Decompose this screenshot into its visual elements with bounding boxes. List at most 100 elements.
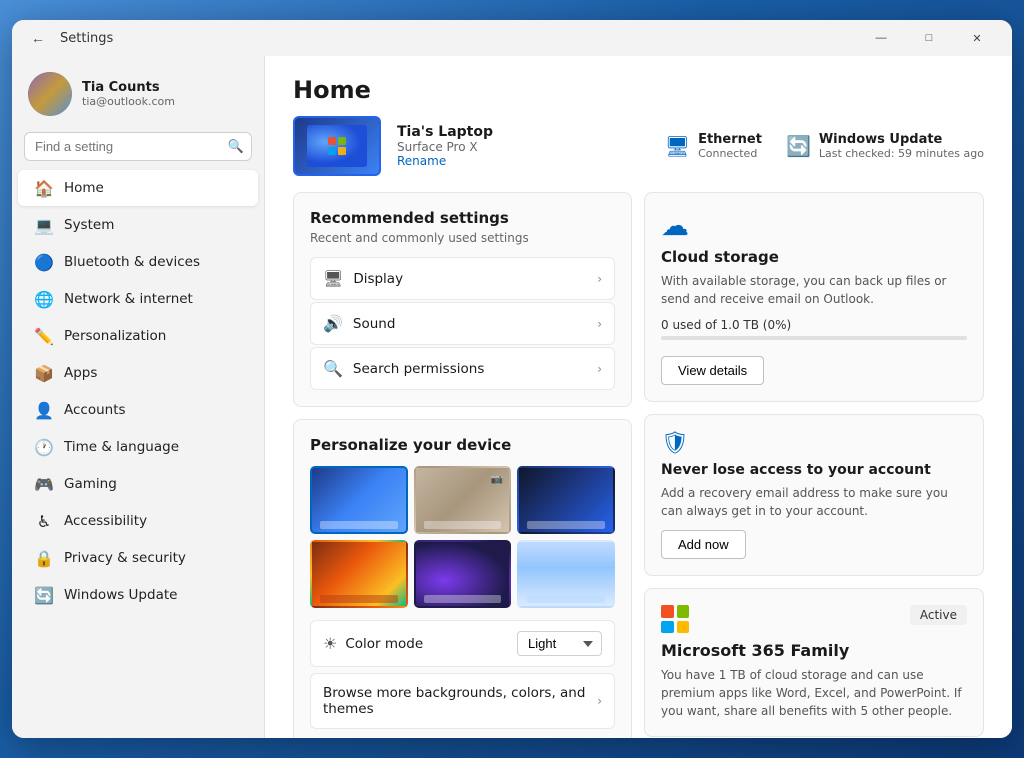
time-icon: 🕐: [34, 437, 54, 457]
sidebar-item-accounts[interactable]: 👤 Accounts: [18, 392, 258, 428]
sidebar-item-accessibility[interactable]: ♿ Accessibility: [18, 503, 258, 539]
page-title: Home: [265, 56, 1012, 116]
wallpaper-thumb-5[interactable]: [517, 540, 615, 608]
wp-desktop-bar-5: [527, 595, 605, 603]
browse-themes-label: Browse more backgrounds, colors, and the…: [323, 685, 597, 717]
search-permissions-row[interactable]: 🔍 Search permissions ›: [310, 347, 615, 390]
sound-icon: 🔊: [323, 314, 343, 333]
settings-window: ← Settings — □ ✕ Tia Counts tia@outlook.…: [12, 20, 1012, 738]
cloud-storage-card: ☁ Cloud storage With available storage, …: [644, 192, 984, 402]
sidebar-item-gaming[interactable]: 🎮 Gaming: [18, 466, 258, 502]
color-mode-left: ☀ Color mode: [323, 634, 423, 653]
accessibility-icon: ♿: [34, 511, 54, 531]
display-icon: 🖥: [323, 269, 343, 288]
ms365-card: Active Microsoft 365 Family You have 1 T…: [644, 588, 984, 737]
sidebar-item-apps[interactable]: 📦 Apps: [18, 355, 258, 391]
sidebar-item-home[interactable]: 🏠 Home: [18, 170, 258, 206]
gaming-icon: 🎮: [34, 474, 54, 494]
sidebar-item-label-privacy: Privacy & security: [64, 550, 186, 566]
settings-list: 🖥 Display › 🔊 Sound ›: [310, 257, 615, 390]
update-icon: 🔄: [34, 585, 54, 605]
profile-section: Tia Counts tia@outlook.com: [12, 64, 264, 132]
account-security-card: 🛡 Never lose access to your account Add …: [644, 414, 984, 576]
sidebar-item-windows-update[interactable]: 🔄 Windows Update: [18, 577, 258, 613]
recommended-title: Recommended settings: [310, 209, 615, 227]
color-mode-select[interactable]: Light Dark Custom: [517, 631, 602, 656]
sidebar-item-network[interactable]: 🌐 Network & internet: [18, 281, 258, 317]
sidebar-item-privacy[interactable]: 🔒 Privacy & security: [18, 540, 258, 576]
sidebar-item-personalization[interactable]: ✏️ Personalization: [18, 318, 258, 354]
display-chevron: ›: [597, 272, 602, 286]
right-column: ☁ Cloud storage With available storage, …: [644, 192, 984, 738]
windows-update-icon: 🔄: [786, 134, 811, 158]
search-row-left: 🔍 Search permissions: [323, 359, 484, 378]
color-mode-row: ☀ Color mode Light Dark Custom: [310, 620, 615, 667]
apps-icon: 📦: [34, 363, 54, 383]
search-icon: 🔍: [228, 139, 244, 154]
minimize-button[interactable]: —: [858, 22, 904, 54]
recommended-subtitle: Recent and commonly used settings: [310, 231, 615, 245]
sidebar-item-label-system: System: [64, 217, 114, 233]
maximize-button[interactable]: □: [906, 22, 952, 54]
wallpaper-grid: 📷: [310, 466, 615, 608]
wp-desktop-bar-0: [320, 521, 398, 529]
account-security-title: Never lose access to your account: [661, 462, 967, 478]
sidebar-item-time[interactable]: 🕐 Time & language: [18, 429, 258, 465]
titlebar-left: ← Settings: [24, 24, 113, 52]
windows-update-label: Windows Update: [819, 132, 984, 147]
sound-setting-row[interactable]: 🔊 Sound ›: [310, 302, 615, 345]
profile-name: Tia Counts: [82, 80, 175, 95]
sidebar-item-label-personalization: Personalization: [64, 328, 166, 344]
sidebar-item-bluetooth[interactable]: 🔵 Bluetooth & devices: [18, 244, 258, 280]
wp-camera-icon: 📷: [491, 474, 503, 485]
accounts-icon: 👤: [34, 400, 54, 420]
display-setting-row[interactable]: 🖥 Display ›: [310, 257, 615, 300]
wallpaper-thumb-2[interactable]: [517, 466, 615, 534]
wp-desktop-bar-1: [424, 521, 502, 529]
windows-update-info: Windows Update Last checked: 59 minutes …: [819, 132, 984, 160]
ms365-title: Microsoft 365 Family: [661, 641, 967, 660]
close-button[interactable]: ✕: [954, 22, 1000, 54]
ms365-header: Active: [661, 605, 967, 633]
cloud-storage-desc: With available storage, you can back up …: [661, 272, 967, 308]
device-info: Tia's Laptop Surface Pro X Rename: [397, 124, 649, 168]
browse-themes-chevron: ›: [597, 694, 602, 708]
add-now-button[interactable]: Add now: [661, 530, 746, 559]
search-permissions-chevron: ›: [597, 362, 602, 376]
recommended-settings-card: Recommended settings Recent and commonly…: [293, 192, 632, 407]
wallpaper-thumb-4[interactable]: [414, 540, 512, 608]
sidebar-item-label-update: Windows Update: [64, 587, 177, 603]
ethernet-sub: Connected: [698, 147, 762, 160]
sidebar-item-system[interactable]: 💻 System: [18, 207, 258, 243]
privacy-icon: 🔒: [34, 548, 54, 568]
personalize-card: Personalize your device 📷: [293, 419, 632, 738]
sound-row-left: 🔊 Sound: [323, 314, 395, 333]
wallpaper-thumb-0[interactable]: [310, 466, 408, 534]
device-name: Tia's Laptop: [397, 124, 649, 140]
browse-themes-row[interactable]: Browse more backgrounds, colors, and the…: [310, 673, 615, 729]
search-input[interactable]: [24, 132, 252, 161]
sidebar-item-label-time: Time & language: [64, 439, 179, 455]
search-permissions-label: Search permissions: [353, 361, 484, 377]
view-details-button[interactable]: View details: [661, 356, 764, 385]
back-button[interactable]: ←: [24, 24, 52, 52]
profile-email: tia@outlook.com: [82, 95, 175, 108]
network-icon: 🌐: [34, 289, 54, 309]
sound-label: Sound: [353, 316, 396, 332]
wp-desktop-bar-2: [527, 521, 605, 529]
color-mode-label: Color mode: [345, 636, 423, 652]
device-rename-link[interactable]: Rename: [397, 154, 649, 168]
color-mode-icon: ☀: [323, 634, 337, 653]
wp-desktop-bar-4: [424, 595, 502, 603]
windows-logo-small: [328, 137, 346, 155]
ethernet-info: Ethernet Connected: [698, 132, 762, 160]
ms365-desc: You have 1 TB of cloud storage and can u…: [661, 666, 967, 720]
titlebar: ← Settings — □ ✕: [12, 20, 1012, 56]
wallpaper-thumb-1[interactable]: 📷: [414, 466, 512, 534]
cloud-icon: ☁: [661, 209, 967, 242]
wallpaper-thumb-3[interactable]: [310, 540, 408, 608]
sidebar-item-label-accounts: Accounts: [64, 402, 126, 418]
storage-bar-wrap: 0 used of 1.0 TB (0%): [661, 318, 967, 340]
active-badge: Active: [910, 605, 967, 625]
sidebar: Tia Counts tia@outlook.com 🔍 🏠 Home 💻 Sy…: [12, 56, 264, 738]
